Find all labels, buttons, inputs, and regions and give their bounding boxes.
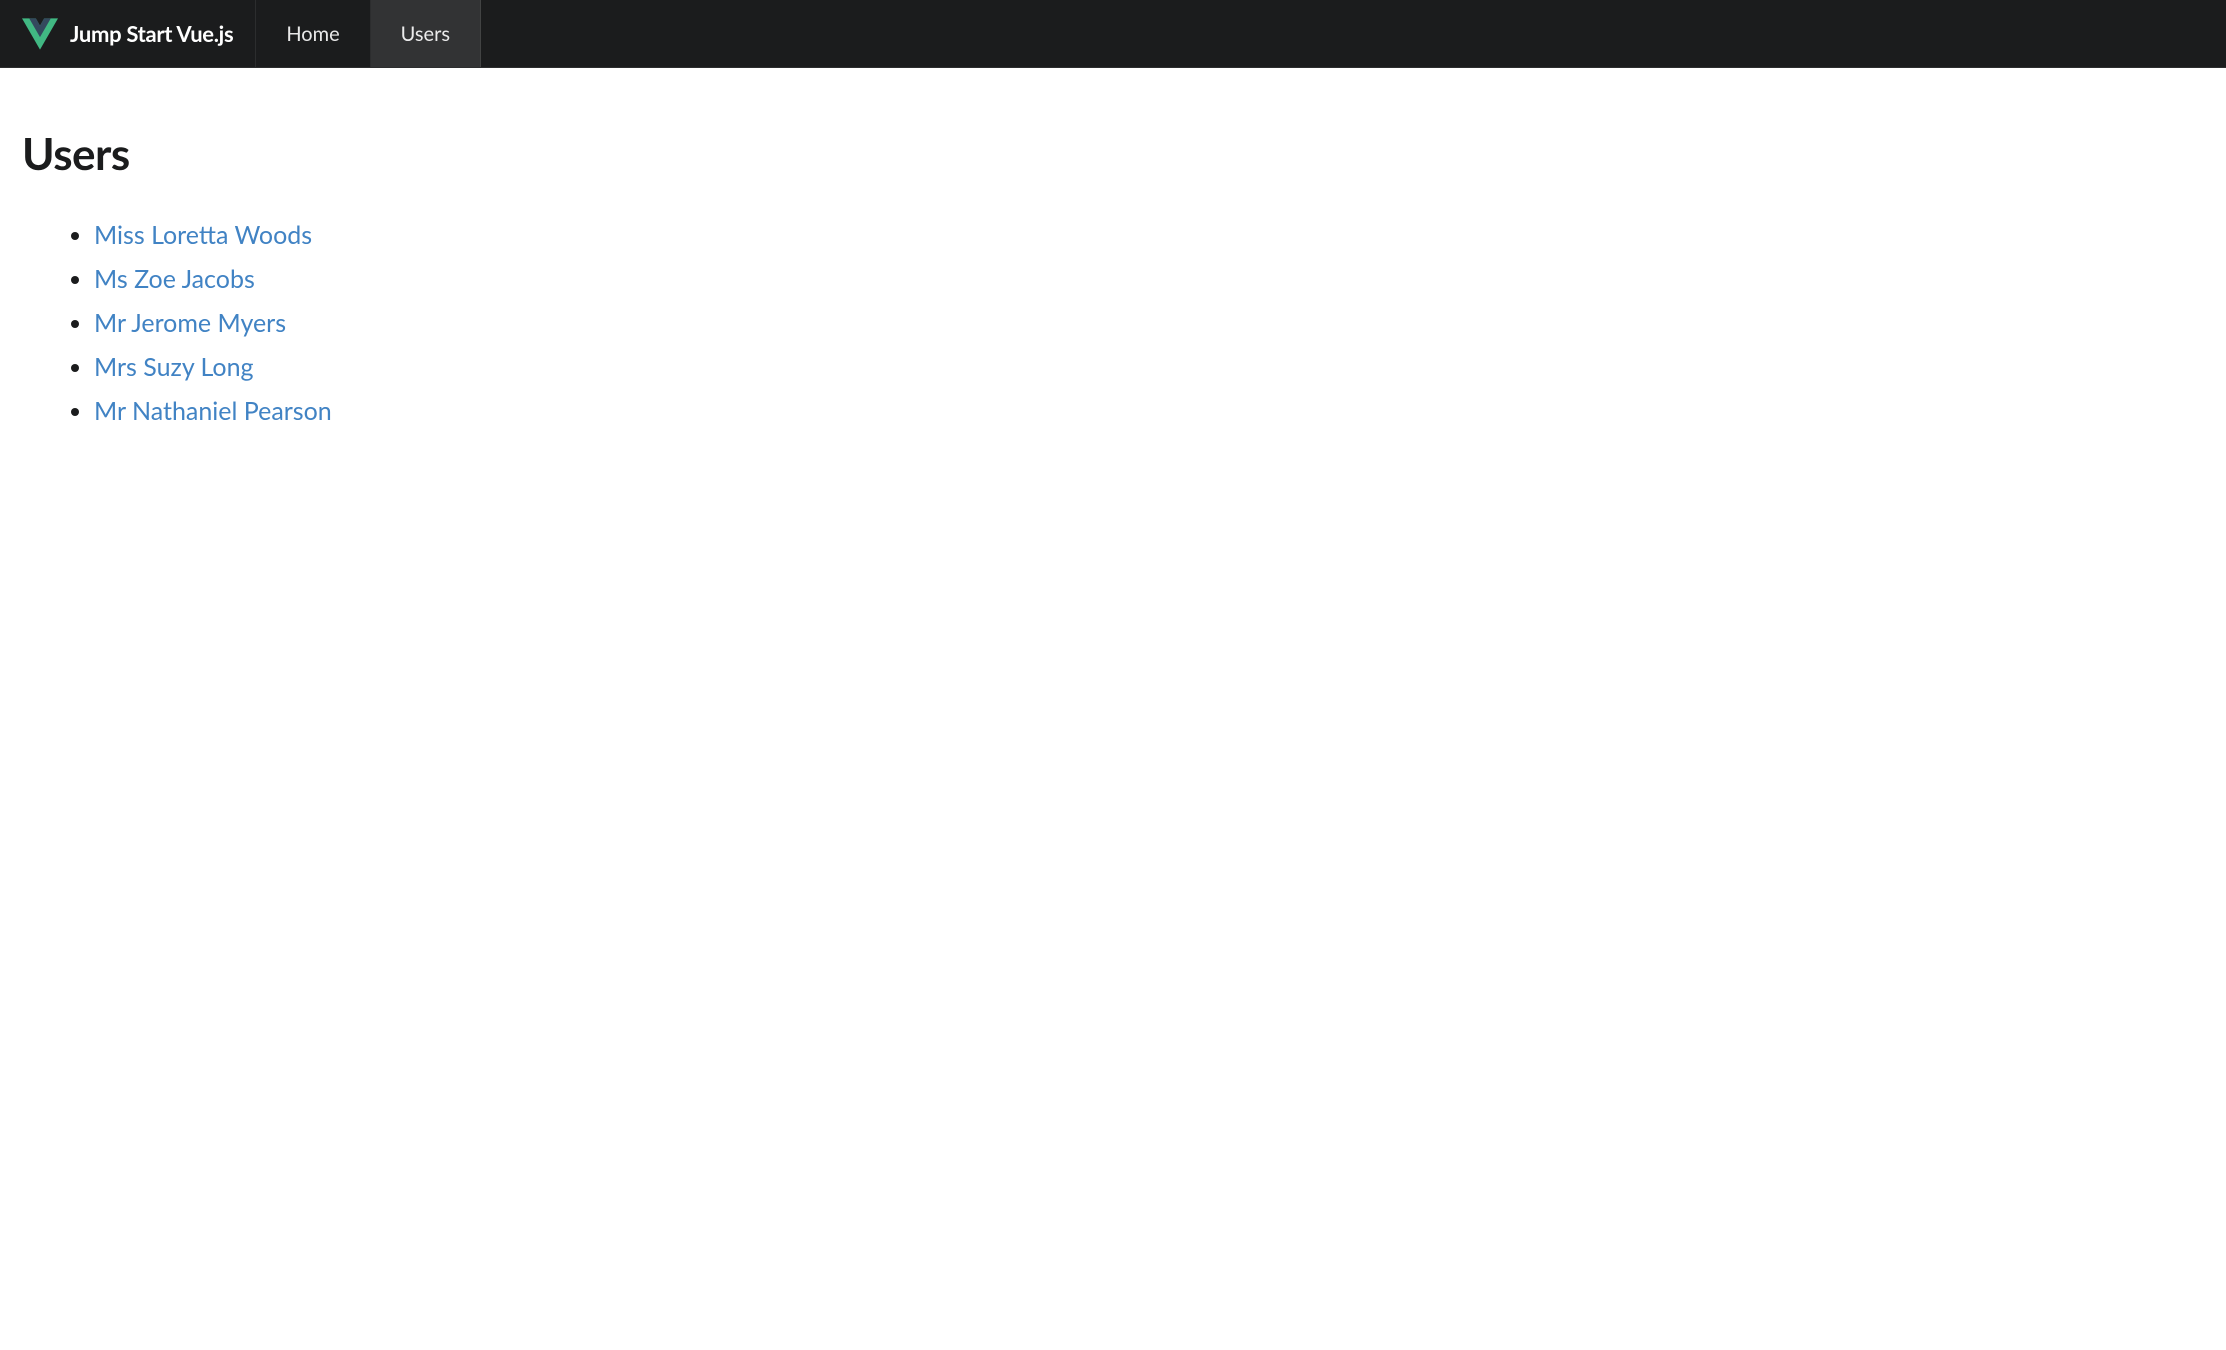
list-item: Miss Loretta Woods <box>94 220 2204 250</box>
list-item: Mr Nathaniel Pearson <box>94 396 2204 426</box>
list-item: Mr Jerome Myers <box>94 308 2204 338</box>
user-list: Miss Loretta Woods Ms Zoe Jacobs Mr Jero… <box>22 220 2204 426</box>
brand-title: Jump Start Vue.js <box>70 20 233 47</box>
list-item: Ms Zoe Jacobs <box>94 264 2204 294</box>
brand[interactable]: Jump Start Vue.js <box>0 0 256 67</box>
user-link[interactable]: Miss Loretta Woods <box>94 220 312 250</box>
vue-logo-icon <box>22 16 58 52</box>
nav-users-label: Users <box>401 22 450 46</box>
user-link[interactable]: Mrs Suzy Long <box>94 352 254 382</box>
nav-users[interactable]: Users <box>371 0 481 67</box>
list-item: Mrs Suzy Long <box>94 352 2204 382</box>
page-title: Users <box>22 128 2204 180</box>
navbar: Jump Start Vue.js Home Users <box>0 0 2226 68</box>
nav-home-label: Home <box>286 22 339 46</box>
main-content: Users Miss Loretta Woods Ms Zoe Jacobs M… <box>0 68 2226 462</box>
nav-home[interactable]: Home <box>256 0 370 67</box>
user-link[interactable]: Ms Zoe Jacobs <box>94 264 255 294</box>
user-link[interactable]: Mr Nathaniel Pearson <box>94 396 332 426</box>
user-link[interactable]: Mr Jerome Myers <box>94 308 286 338</box>
